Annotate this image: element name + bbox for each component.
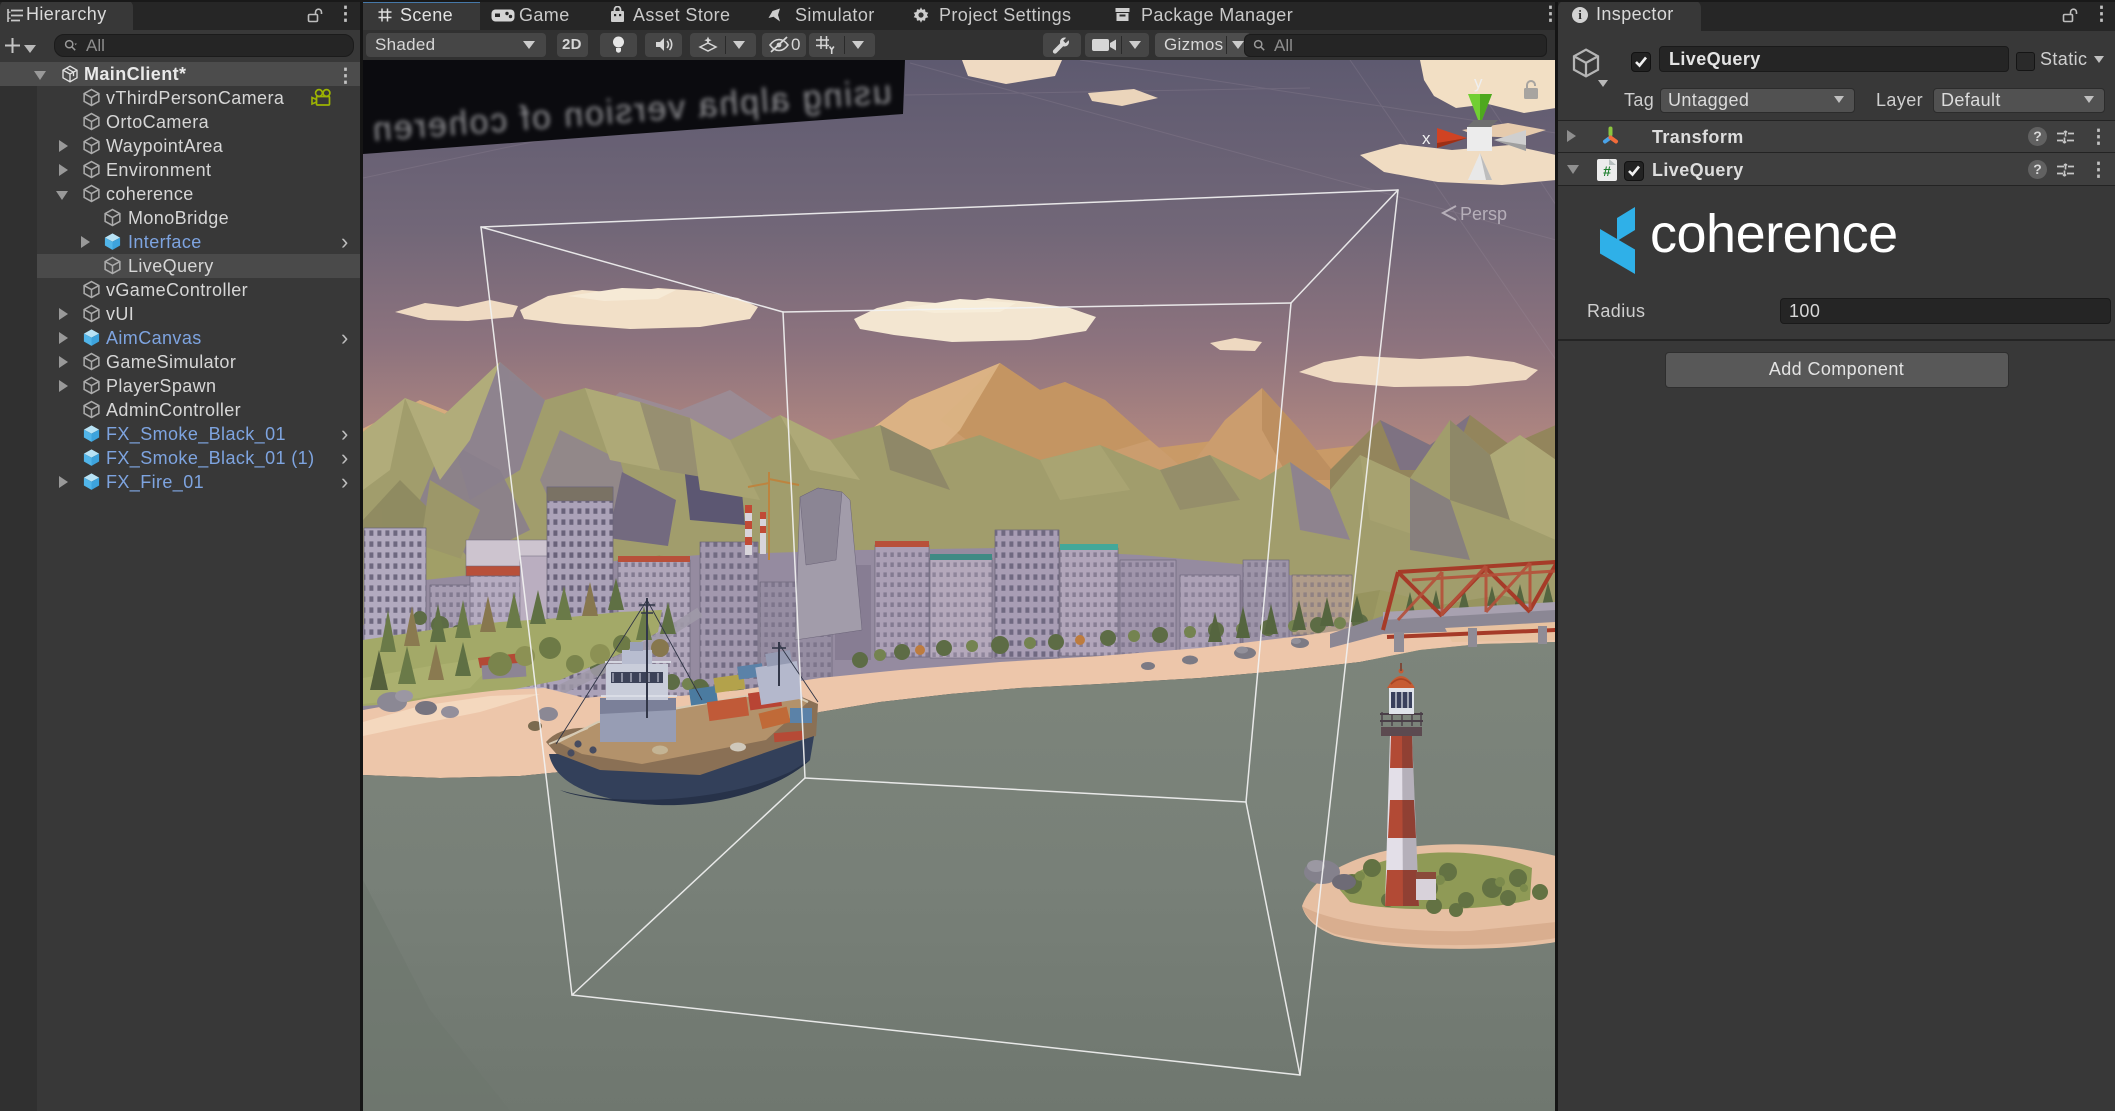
svg-text:#: # [1603,163,1611,179]
svg-text:y: y [1474,73,1483,92]
svg-text:Persp: Persp [1460,204,1507,224]
svg-text:x: x [1422,129,1431,148]
